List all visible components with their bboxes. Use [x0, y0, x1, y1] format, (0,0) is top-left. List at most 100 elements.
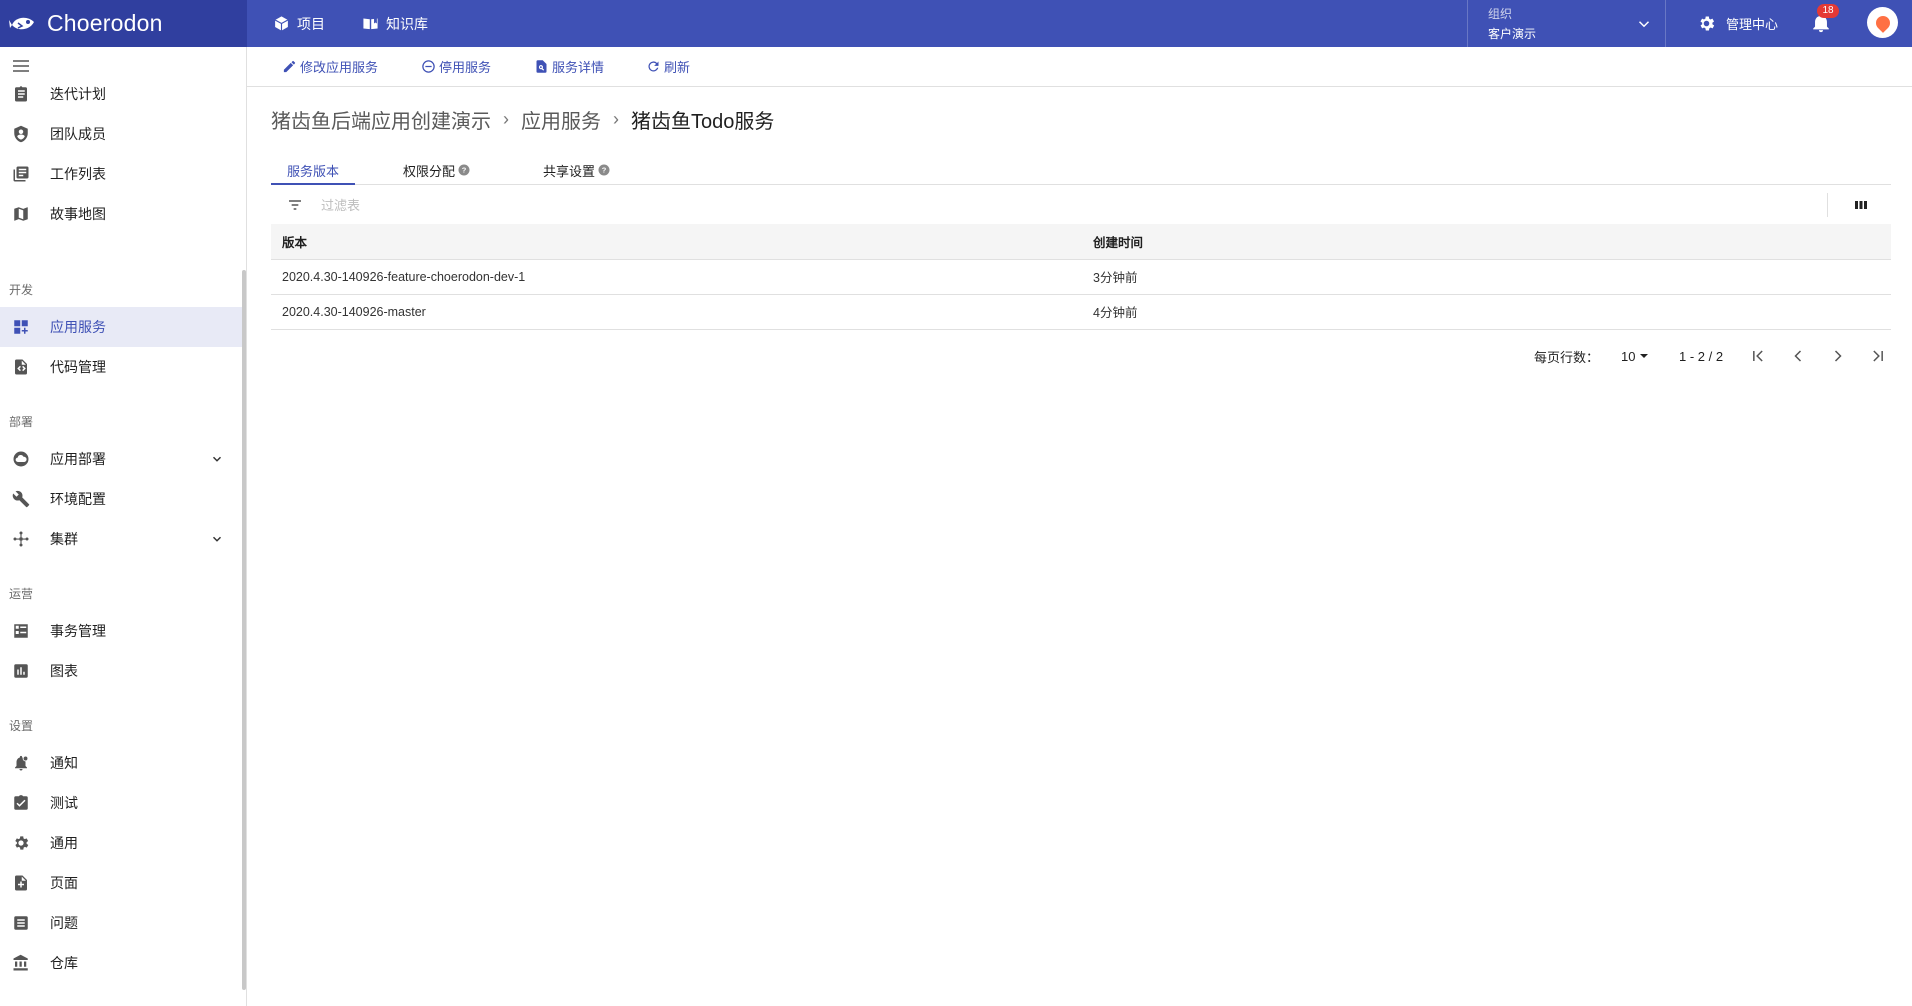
topnav-projects[interactable]: 项目	[273, 0, 325, 47]
sidebar-scrollbar[interactable]	[242, 270, 246, 990]
sidebar-item-label: 问题	[50, 915, 78, 931]
sidebar-item-test[interactable]: 测试	[0, 783, 242, 823]
service-details-button[interactable]: 服务详情	[534, 47, 604, 86]
next-page-button[interactable]	[1828, 346, 1848, 366]
sidebar-item-app-deploy[interactable]: 应用部署	[0, 439, 242, 479]
sidebar-item-cluster[interactable]: 集群	[0, 519, 242, 559]
rows-per-page-label: 每页行数：	[1534, 349, 1600, 365]
page-range: 1 - 2 / 2	[1679, 348, 1724, 364]
disable-service-button[interactable]: 停用服务	[421, 47, 491, 86]
sidebar-item-label: 仓库	[50, 955, 78, 971]
created-time-cell: 4分钟前	[1082, 294, 1891, 330]
sidebar-item-label: 通知	[50, 755, 78, 771]
choerodon-logo-icon	[9, 17, 34, 29]
action-toolbar: 修改应用服务 停用服务 服务详情 刷新	[247, 47, 1912, 87]
svg-text:?: ?	[462, 166, 467, 175]
prev-page-button[interactable]	[1788, 346, 1808, 366]
list-alt-icon	[14, 916, 28, 930]
column-header-created[interactable]: 创建时间	[1082, 224, 1891, 260]
tab-label: 权限分配	[403, 163, 456, 179]
dashboard-icon	[14, 320, 28, 334]
sidebar-item-label: 迭代计划	[50, 86, 106, 102]
help-icon: ?	[458, 164, 470, 176]
chevron-left-icon	[1794, 350, 1802, 362]
top-bar: Choerodon 项目 知识库 组织 客户演示 管理中心 18	[0, 0, 1912, 47]
chevron-down-icon	[212, 456, 222, 462]
sidebar-item-env-config[interactable]: 环境配置	[0, 479, 242, 519]
sidebar-section-dev: 开发	[9, 283, 34, 297]
sidebar-item-label: 事务管理	[50, 623, 106, 639]
menu-toggle-button[interactable]	[12, 57, 30, 75]
cluster-icon	[13, 531, 29, 547]
sidebar-item-story-map[interactable]: 故事地图	[0, 194, 242, 234]
sidebar-item-repository[interactable]: 仓库	[0, 943, 242, 983]
sidebar-item-charts[interactable]: 图表	[0, 651, 242, 691]
org-selector[interactable]: 组织 客户演示	[1467, 0, 1666, 47]
breadcrumb-item[interactable]: 应用服务	[521, 105, 601, 134]
topnav-projects-label: 项目	[297, 15, 325, 32]
clipboard-icon	[15, 86, 27, 102]
pencil-icon	[283, 60, 296, 73]
sidebar-item-label: 页面	[50, 875, 78, 891]
page-size-select[interactable]: 10	[1621, 346, 1649, 366]
sidebar-item-issues[interactable]: 问题	[0, 903, 242, 943]
gear-icon	[15, 836, 29, 850]
document-search-icon	[536, 60, 547, 73]
caret-down-icon	[1640, 354, 1649, 358]
sidebar-item-label: 工作列表	[50, 166, 106, 182]
refresh-label: 刷新	[664, 60, 691, 75]
table-row[interactable]: 2020.4.30-140926-feature-choerodon-dev-1…	[271, 259, 1891, 295]
breadcrumb-separator: ›	[503, 108, 509, 129]
versions-table: 版本 创建时间 2020.4.30-140926-feature-choerod…	[271, 224, 1891, 330]
sidebar-item-team-members[interactable]: 团队成员	[0, 114, 242, 154]
sidebar-item-general[interactable]: 通用	[0, 823, 242, 863]
chevron-right-icon	[1834, 350, 1842, 362]
sidebar-item-label: 应用部署	[50, 451, 106, 467]
sidebar-item-label: 应用服务	[50, 319, 106, 335]
sidebar-item-label: 团队成员	[50, 126, 106, 142]
tab-permissions[interactable]: 权限分配 ?	[403, 155, 470, 185]
version-cell: 2020.4.30-140926-master	[271, 294, 1082, 330]
service-details-label: 服务详情	[552, 60, 605, 75]
refresh-button[interactable]: 刷新	[646, 47, 690, 86]
shield-user-icon	[14, 125, 28, 143]
management-center-button[interactable]: 管理中心	[1697, 0, 1778, 47]
column-header-version[interactable]: 版本	[271, 224, 1082, 260]
breadcrumb: 猪齿鱼后端应用创建演示 › 应用服务 › 猪齿鱼Todo服务	[271, 105, 774, 134]
topnav-knowledge[interactable]: 知识库	[362, 0, 428, 47]
table-header-row: 版本 创建时间	[271, 224, 1891, 260]
avatar-carrot-icon	[1872, 12, 1893, 33]
sidebar-item-notifications[interactable]: 通知	[0, 743, 242, 783]
last-page-icon	[1873, 350, 1883, 362]
cube-icon	[274, 16, 289, 31]
help-icon: ?	[598, 164, 610, 176]
sidebar-section-settings: 设置	[9, 719, 34, 733]
sidebar-item-work-list[interactable]: 工作列表	[0, 154, 242, 194]
notification-icon	[15, 755, 29, 771]
tab-label: 服务版本	[287, 163, 340, 179]
brand[interactable]: Choerodon	[0, 0, 247, 47]
sidebar-item-label: 代码管理	[50, 359, 106, 375]
sidebar-item-iteration-plan[interactable]: 迭代计划	[0, 74, 242, 114]
sidebar-item-code-management[interactable]: 代码管理	[0, 347, 242, 387]
filter-icon[interactable]	[287, 197, 303, 213]
breadcrumb-item[interactable]: 猪齿鱼后端应用创建演示	[271, 105, 491, 134]
sidebar-item-pages[interactable]: 页面	[0, 863, 242, 903]
filter-input[interactable]	[321, 193, 1821, 217]
edit-service-button[interactable]: 修改应用服务	[282, 47, 378, 86]
tab-share-settings[interactable]: 共享设置 ?	[543, 155, 610, 185]
sidebar-item-label: 集群	[50, 531, 78, 547]
table-row[interactable]: 2020.4.30-140926-master 4分钟前	[271, 294, 1891, 330]
avatar[interactable]	[1867, 7, 1898, 38]
breadcrumb-separator: ›	[613, 108, 619, 129]
sidebar-section-deploy: 部署	[9, 415, 34, 429]
sidebar-item-label: 通用	[50, 835, 78, 851]
first-page-button[interactable]	[1748, 346, 1768, 366]
sidebar-item-task-management[interactable]: 事务管理	[0, 611, 242, 651]
bank-icon	[13, 954, 28, 971]
columns-icon[interactable]	[1853, 198, 1869, 212]
tab-service-versions[interactable]: 服务版本	[287, 155, 339, 185]
sidebar-item-app-services[interactable]: 应用服务	[0, 307, 242, 347]
chevron-down-icon	[212, 536, 222, 542]
last-page-button[interactable]	[1868, 346, 1888, 366]
